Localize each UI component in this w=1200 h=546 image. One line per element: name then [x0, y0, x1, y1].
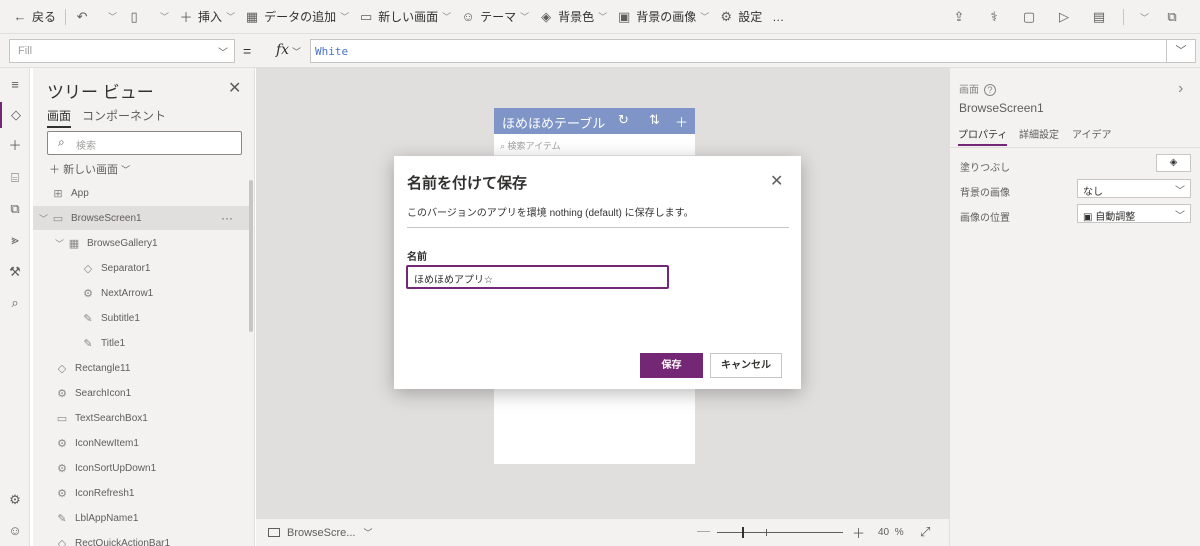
- name-label: 名前: [407, 252, 427, 263]
- app-name-input[interactable]: ほめほめアプリ☆: [406, 265, 669, 289]
- save-button[interactable]: 保存: [640, 353, 703, 378]
- dialog-description: このバージョンのアプリを環境 nothing (default) に保存します。: [407, 208, 694, 219]
- dialog-title: 名前を付けて保存: [407, 175, 528, 192]
- modal-overlay: 名前を付けて保存 ✕ このバージョンのアプリを環境 nothing (defau…: [0, 0, 1200, 546]
- close-icon[interactable]: ✕: [770, 171, 783, 191]
- cancel-button[interactable]: キャンセル: [710, 353, 782, 378]
- divider: [407, 227, 789, 228]
- save-as-dialog: 名前を付けて保存 ✕ このバージョンのアプリを環境 nothing (defau…: [394, 156, 801, 389]
